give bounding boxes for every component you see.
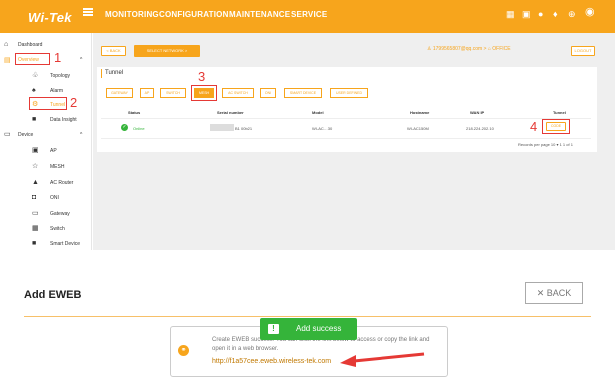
sidebar-item-data-insight[interactable]: Data Insight: [50, 117, 77, 123]
sidebar-item-smart-device[interactable]: Smart Device: [50, 241, 80, 247]
user-icon[interactable]: ◉: [585, 7, 595, 18]
serial-blur: [210, 124, 234, 131]
tunnel-panel: [97, 67, 597, 152]
row-divider: [101, 138, 591, 139]
sidebar-item-topology[interactable]: Topology: [50, 73, 70, 79]
chevron-up-icon[interactable]: ^: [80, 132, 82, 139]
section-divider: [24, 316, 591, 317]
column-header-wan-ip: WAN IP: [470, 110, 485, 115]
panel-title: Tunnel: [105, 70, 124, 76]
column-header-serial: Serial number: [217, 110, 244, 115]
tab-ac-switch[interactable]: AC SWITCH: [222, 88, 254, 98]
sidebar-item-ap[interactable]: AP: [50, 148, 57, 154]
tab-ap[interactable]: AP: [140, 88, 154, 98]
highlight-box-4: [542, 119, 570, 134]
oni-icon: ◘: [32, 194, 37, 201]
home-icon: ⌂: [4, 41, 9, 48]
header-divider: [101, 118, 591, 119]
globe-icon[interactable]: ⊕: [568, 9, 576, 19]
step-number-1: 1: [54, 50, 62, 65]
nav-service[interactable]: SERVICE: [291, 10, 327, 19]
topology-icon: ♧: [32, 72, 39, 79]
message-icon: !: [268, 324, 279, 334]
page-title: Add EWEB: [24, 289, 82, 301]
qr-icon[interactable]: ▣: [522, 9, 531, 19]
gateway-icon: ▭: [32, 210, 39, 217]
back-label: BACK: [546, 288, 572, 298]
brand-logo: Wi-Tek: [28, 10, 72, 25]
tab-smart-device[interactable]: SMART DEVICE: [284, 88, 322, 98]
highlight-box-2: [29, 97, 67, 110]
data-insight-icon: ■: [32, 116, 37, 123]
highlight-box-1: [15, 53, 50, 65]
row-model: WI-AC…30: [312, 126, 333, 131]
column-header-status: Status: [128, 110, 141, 115]
user-email: 1799565807@qq.com: [432, 46, 483, 52]
nav-configuration[interactable]: CONFIGURATION: [159, 10, 229, 19]
pagination[interactable]: Records per page 10 ▾ 1 1 of 1: [518, 142, 573, 147]
tab-user-defined[interactable]: USER DEFINED: [330, 88, 368, 98]
smart-device-icon: ■: [32, 240, 37, 247]
column-header-model: Model: [312, 110, 324, 115]
office-label: OFFICE: [492, 46, 511, 52]
column-header-tunnel: Tunnel: [553, 110, 566, 115]
row-wan-ip: 218.224.202.10: [466, 126, 494, 131]
sidebar-item-oni[interactable]: ONI: [50, 195, 59, 201]
row-serial: B1 00b21: [235, 126, 253, 131]
column-header-hostname: Hostname: [410, 110, 430, 115]
sidebar-item-alarm[interactable]: Alarm: [50, 88, 63, 94]
sidebar-item-gateway[interactable]: Gateway: [50, 211, 70, 217]
hamburger-icon[interactable]: [83, 8, 93, 16]
router-icon: ▲: [32, 179, 39, 186]
tab-oni[interactable]: ONI: [260, 88, 276, 98]
grid-icon[interactable]: ▦: [506, 9, 515, 19]
mesh-icon: ☆: [32, 163, 39, 170]
step-number-3: 3: [198, 69, 206, 84]
nav-monitoring[interactable]: MONITORING: [105, 10, 159, 19]
user-account[interactable]: ♙ 1799565807@qq.com > ⌂ OFFICE: [427, 46, 511, 52]
select-network-label: SELECT NETWORK: [146, 48, 184, 53]
ap-icon: ▣: [32, 147, 39, 154]
bell-icon[interactable]: ♦: [553, 9, 558, 19]
back-button[interactable]: < BACK: [101, 46, 126, 56]
row-status: Online: [133, 126, 145, 131]
eweb-link[interactable]: http://f1a57cee.eweb.wireless-tek.com: [212, 358, 331, 365]
sidebar-item-mesh[interactable]: MESH: [50, 164, 64, 170]
alarm-icon: ♠: [32, 87, 36, 94]
sidebar-item-ac-router[interactable]: AC Router: [50, 180, 73, 186]
close-icon: ✕: [536, 288, 547, 298]
online-status-icon: ✓: [121, 124, 128, 131]
back-button-large[interactable]: ✕ BACK: [525, 282, 583, 304]
arrow-annotation: [340, 352, 425, 367]
nav-maintenance[interactable]: MAINTENANCE: [229, 10, 290, 19]
sidebar-device[interactable]: Device: [18, 132, 33, 138]
chevron-up-icon[interactable]: ^: [80, 57, 82, 64]
link-icon: ⚭: [178, 345, 189, 356]
overview-icon: ▤: [4, 57, 11, 64]
title-accent: [101, 69, 102, 78]
sidebar-item-switch[interactable]: Switch: [50, 226, 65, 232]
step-number-4: 4: [530, 119, 538, 134]
tab-switch[interactable]: SWITCH: [160, 88, 186, 98]
select-network-button[interactable]: SELECT NETWORK >: [134, 45, 200, 57]
device-icon: ▭: [4, 131, 11, 138]
row-hostname: WI-AC150M: [407, 126, 429, 131]
highlight-box-3: [191, 85, 217, 101]
switch-icon: ▦: [32, 225, 39, 232]
logout-button[interactable]: LOGOUT: [571, 46, 595, 56]
chat-icon[interactable]: ●: [538, 9, 543, 19]
sidebar: ⌂ Dashboard ▤ Overview 1 ^ ♧ Topology ♠ …: [0, 33, 92, 250]
step-number-2: 2: [70, 95, 78, 110]
tab-gateway[interactable]: GATEWAY: [106, 88, 133, 98]
sidebar-dashboard[interactable]: Dashboard: [18, 42, 42, 48]
